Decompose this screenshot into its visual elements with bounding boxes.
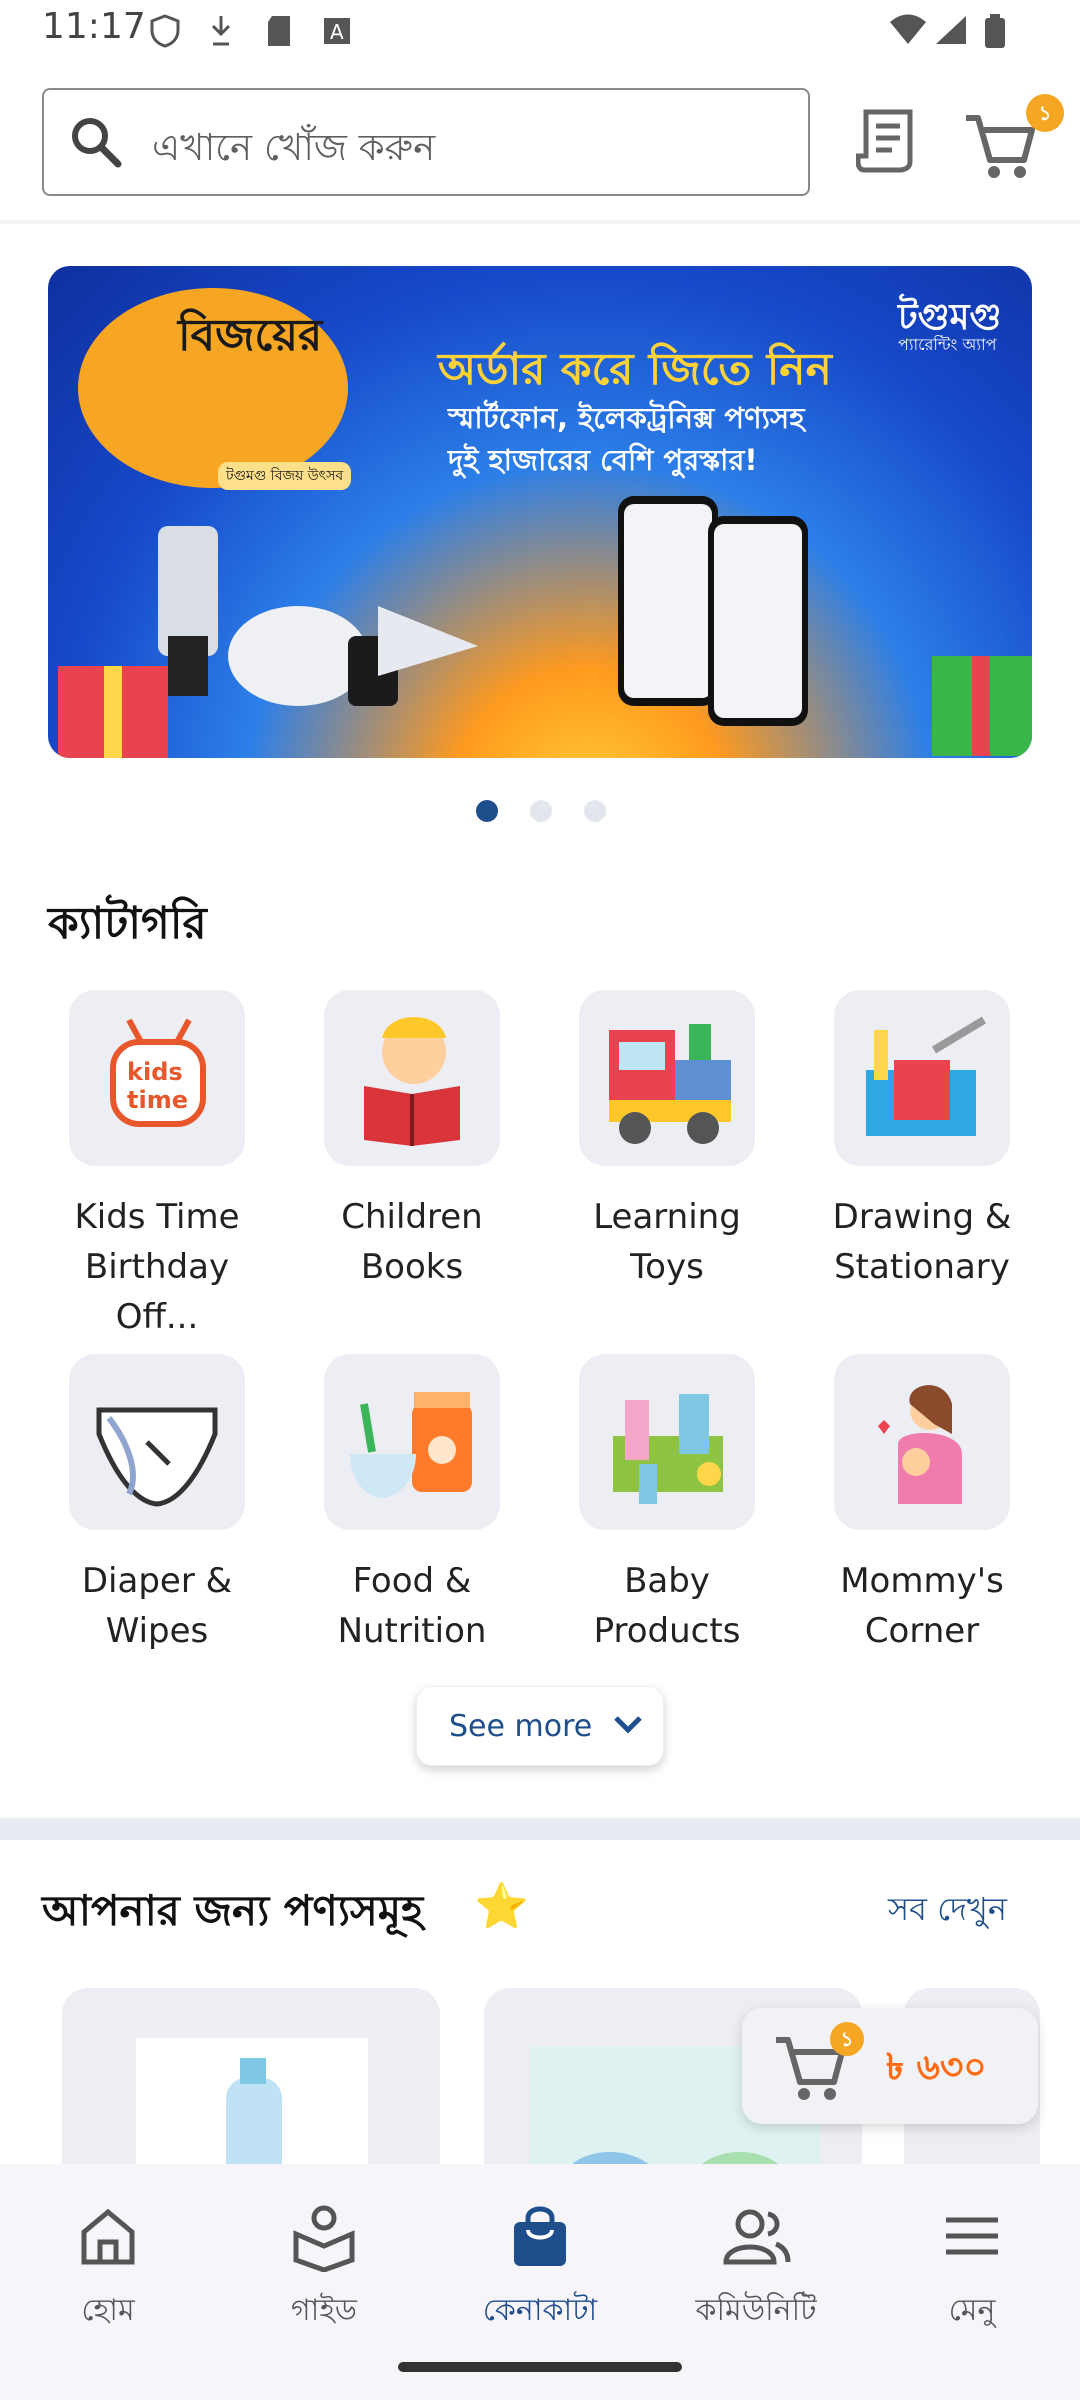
categories-title: ক্যাটাগরি [48, 898, 207, 949]
nav-guide[interactable]: গাইড [216, 2164, 432, 2354]
category-label-line1: Children [341, 1197, 483, 1237]
banner-badge-subtitle: টগুমগু বিজয় উৎসব [218, 462, 352, 490]
wifi-icon [890, 14, 926, 44]
category-label-line1: Learning [593, 1197, 741, 1237]
order-list-icon[interactable] [856, 108, 918, 174]
category-drawing-stationary[interactable]: Drawing & Stationary [812, 990, 1032, 1292]
category-label-line2: Nutrition [337, 1611, 487, 1651]
nav-community-label: কমিউনিটি [695, 2293, 817, 2328]
search-placeholder: এখানে খোঁজ করুন [152, 126, 436, 169]
battery-icon [985, 14, 1005, 48]
gift-box-illustration [58, 666, 168, 758]
category-tile [324, 1354, 500, 1530]
status-time: 11:17 [42, 6, 146, 47]
see-more-button[interactable]: See more [416, 1686, 664, 1766]
promo-banner[interactable]: বিজয়ের টগুমগু বিজয় উৎসব অর্ডার করে জিত… [48, 266, 1032, 758]
category-tile [834, 1354, 1010, 1530]
sd-card-icon [268, 16, 290, 46]
nav-shopping[interactable]: কেনাকাটা [432, 2164, 648, 2354]
category-tile [834, 990, 1010, 1166]
category-mommys-corner[interactable]: Mommy's Corner [812, 1354, 1032, 1656]
cart-icon [966, 115, 1035, 178]
kids-time-icon: kids time [110, 1018, 206, 1127]
home-icon [81, 2208, 135, 2265]
category-learning-toys[interactable]: Learning Toys [557, 990, 777, 1292]
baby-food-icon [350, 1392, 472, 1498]
category-label-line2: Products [593, 1611, 741, 1651]
star-icon: ⭐ [474, 1881, 529, 1932]
signal-icon [936, 16, 966, 44]
appliances-illustration [158, 526, 478, 706]
diaper-icon [96, 1407, 218, 1507]
gift-box-right-illustration [932, 656, 1032, 756]
see-more-label: See more [449, 1709, 593, 1744]
category-label-line1: Baby [624, 1561, 710, 1601]
banner-line-3: দুই হাজারের বেশি পুরস্কার! [448, 443, 758, 477]
search-field[interactable]: এখানে খোঁজ করুন [42, 88, 810, 196]
stationary-icon [866, 1016, 987, 1136]
cart-count-badge: ১ [1026, 94, 1064, 132]
banner-badge-title: বিজয়ের [178, 310, 323, 361]
brand-tagline: প্যারেন্টিং অ্যাপ [898, 335, 997, 354]
category-label-line2: Wipes [105, 1611, 209, 1651]
nav-home-label: হোম [81, 2293, 135, 2328]
toy-train-icon [609, 1024, 731, 1144]
download-icon [211, 16, 231, 46]
category-label-line1: Food & [352, 1561, 472, 1601]
nav-community[interactable]: কমিউনিটি [648, 2164, 864, 2354]
text-a-icon: A [324, 18, 350, 44]
category-label-line2: Books [360, 1247, 464, 1287]
category-label-line1: Drawing & [832, 1197, 1012, 1237]
gesture-home-bar[interactable] [398, 2362, 682, 2372]
category-tile [579, 990, 755, 1166]
category-label-line1: Kids Time [74, 1197, 240, 1237]
category-tile [579, 1354, 755, 1530]
nav-menu[interactable]: মেনু [864, 2164, 1080, 2354]
svg-text:kids: kids [127, 1058, 183, 1086]
search-icon [72, 118, 122, 168]
status-bar: 11:17 A [0, 0, 1080, 62]
nav-home[interactable]: হোম [0, 2164, 216, 2354]
shield-icon [150, 14, 180, 48]
floating-cart-count-badge: ১ [830, 2022, 864, 2056]
community-icon [723, 2209, 791, 2265]
svg-text:A: A [330, 20, 344, 44]
cart-button[interactable]: ১ [962, 94, 1064, 184]
category-food-nutrition[interactable]: Food & Nutrition [302, 1354, 522, 1656]
guide-icon [293, 2205, 355, 2272]
section-separator [0, 1818, 1080, 1840]
category-tile [69, 1354, 245, 1530]
shopping-bag-icon [514, 2206, 566, 2266]
floating-cart-summary[interactable]: ১ ৳ ৬৩০ [742, 2008, 1038, 2124]
category-kids-time[interactable]: kids time Kids Time Birthday Off... [47, 990, 267, 1342]
nav-menu-label: মেনু [948, 2293, 996, 2328]
chevron-down-icon [614, 1716, 642, 1734]
svg-text:time: time [127, 1086, 188, 1114]
see-all-link[interactable]: সব দেখুন [888, 1884, 1007, 1938]
category-tile: kids time [69, 990, 245, 1166]
category-label-line2: Corner [864, 1611, 980, 1651]
menu-icon [946, 2217, 998, 2255]
cart-total-amount: ৳ ৬৩০ [886, 2047, 987, 2088]
mother-baby-icon [878, 1385, 962, 1504]
recommended-title: আপনার জন্য পণ্যসমূহ [42, 1886, 424, 1935]
nav-guide-label: গাইড [290, 2293, 358, 2328]
header-divider [0, 220, 1080, 224]
category-diaper-wipes[interactable]: Diaper & Wipes [47, 1354, 267, 1656]
category-baby-products[interactable]: Baby Products [557, 1354, 777, 1656]
category-children-books[interactable]: Children Books [302, 990, 522, 1292]
category-label-line2: Stationary [834, 1247, 1010, 1287]
children-books-icon [364, 1017, 460, 1146]
carousel-dot-3[interactable] [584, 800, 606, 822]
phones-illustration [618, 496, 808, 726]
baby-products-icon [613, 1394, 723, 1504]
carousel-dot-2[interactable] [530, 800, 552, 822]
carousel-dot-1[interactable] [476, 800, 498, 822]
category-tile [324, 990, 500, 1166]
category-label-line2: Toys [630, 1247, 704, 1287]
category-label-line1: Diaper & [81, 1561, 233, 1601]
nav-shopping-label: কেনাকাটা [482, 2293, 598, 2328]
category-label-line2: Birthday Off... [84, 1247, 230, 1337]
category-label-line1: Mommy's [840, 1561, 1004, 1601]
